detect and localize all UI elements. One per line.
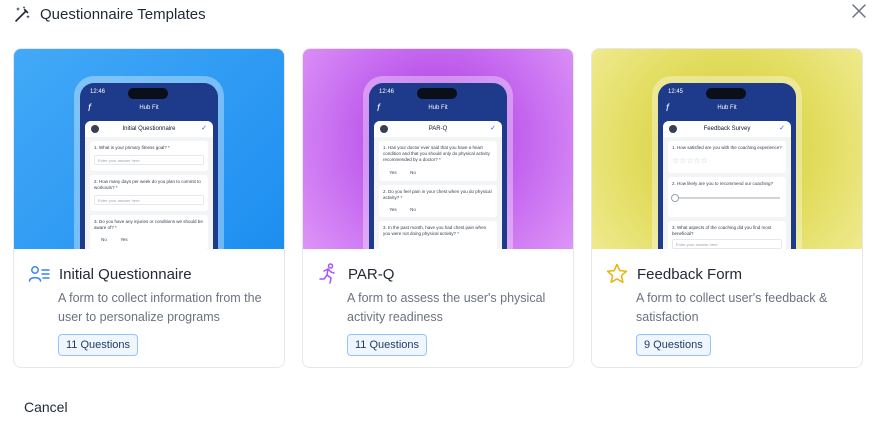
sheet-title: PAR-Q: [428, 126, 448, 132]
dialog-header: Questionnaire Templates: [14, 2, 874, 26]
phone-time: 12:46: [379, 89, 395, 95]
phone-time: 12:46: [90, 89, 106, 95]
template-card-feedback-form[interactable]: 12:45 f Hub Fit Feedback Survey ✓ 1. How…: [591, 48, 863, 368]
question-item: 2. How likely are you to recommend our c…: [668, 177, 786, 217]
answer-placeholder: Enter your answer here: [98, 198, 140, 203]
yes-option: Yes: [389, 207, 397, 212]
question-item: 2. How many days per week do you plan to…: [90, 175, 208, 211]
card-body: Initial Questionnaire A form to collect …: [14, 249, 284, 367]
sheet-header: Feedback Survey ✓: [663, 121, 791, 137]
phone-appbar: f Hub Fit: [80, 101, 218, 119]
questionnaire-sheet: Feedback Survey ✓ 1. How satisfied are y…: [663, 121, 791, 249]
template-card-par-q[interactable]: 12:46 f Hub Fit PAR-Q ✓ 1. Has your doct…: [302, 48, 574, 368]
card-title: Initial Questionnaire: [59, 265, 192, 283]
question-item: 3. Do you have any injuries or condition…: [90, 215, 208, 249]
card-body: Feedback Form A form to collect user's f…: [592, 249, 862, 367]
phone-notch: [417, 88, 457, 99]
template-preview-image: 12:46 f Hub Fit PAR-Q ✓ 1. Has your doct…: [303, 49, 573, 249]
close-icon[interactable]: [850, 2, 868, 20]
phone-mockup: 12:46 f Hub Fit PAR-Q ✓ 1. Has your doct…: [369, 83, 507, 249]
rating-slider: [671, 194, 780, 202]
no-option: No: [410, 170, 416, 175]
template-cards: 12:46 f Hub Fit Initial Questionnaire ✓ …: [13, 48, 864, 368]
phone-mockup: 12:46 f Hub Fit Initial Questionnaire ✓ …: [80, 83, 218, 249]
question-item: 1. How satisfied are you with the coachi…: [668, 141, 786, 173]
template-preview-image: 12:46 f Hub Fit Initial Questionnaire ✓ …: [14, 49, 284, 249]
question-text: 1. What is your primary fitness goal? *: [94, 145, 170, 150]
yes-option: Yes: [389, 170, 397, 175]
question-count-badge: 11 Questions: [58, 334, 139, 356]
answer-input: Enter your answer here: [94, 195, 204, 205]
sheet-header: Initial Questionnaire ✓: [85, 121, 213, 137]
question-text: 2. How likely are you to recommend our c…: [672, 181, 774, 186]
user-list-icon: [28, 266, 50, 282]
sheet-header: PAR-Q ✓: [374, 121, 502, 137]
running-person-icon: [319, 263, 335, 284]
question-count-badge: 9 Questions: [636, 334, 711, 356]
card-description: A form to collect user's feedback & sati…: [636, 291, 828, 324]
question-text: 3. In the past month, have you had chest…: [383, 225, 487, 236]
app-title: Hub Fit: [139, 105, 159, 111]
dialog-title: Questionnaire Templates: [40, 5, 206, 23]
phone-notch: [128, 88, 168, 99]
answer-input: Enter your answer here: [94, 155, 204, 165]
sheet-title: Feedback Survey: [703, 126, 751, 132]
card-name-row: PAR-Q: [316, 262, 394, 286]
sheet-title: Initial Questionnaire: [122, 126, 176, 132]
card-body: PAR-Q A form to assess the user's physic…: [303, 249, 573, 367]
star-rating: ☆☆☆☆☆: [672, 156, 708, 165]
check-icon: ✓: [201, 125, 207, 132]
card-title: Feedback Form: [637, 265, 743, 283]
question-text: 1. How satisfied are you with the coachi…: [672, 145, 782, 150]
card-name-row: Feedback Form: [605, 262, 742, 286]
card-description: A form to collect information from the u…: [58, 291, 262, 324]
phone-time: 12:45: [668, 89, 684, 95]
answer-placeholder: Enter your answer here: [98, 158, 140, 163]
card-description: A form to assess the user's physical act…: [347, 291, 546, 324]
question-item: 3. What aspects of the coaching did you …: [668, 221, 786, 249]
slider-knob: [671, 194, 679, 202]
question-count-badge: 11 Questions: [347, 334, 428, 356]
questionnaire-sheet: PAR-Q ✓ 1. Has your doctor ever said tha…: [374, 121, 502, 249]
app-title: Hub Fit: [428, 105, 448, 111]
question-item: 1. What is your primary fitness goal? * …: [90, 141, 208, 171]
magic-wand-icon: [15, 6, 30, 22]
question-item: 3. In the past month, have you had chest…: [379, 221, 497, 249]
phone-mockup: 12:45 f Hub Fit Feedback Survey ✓ 1. How…: [658, 83, 796, 249]
star-icon: [606, 263, 628, 284]
answer-input: Enter your answer here: [672, 239, 782, 249]
app-title: Hub Fit: [717, 105, 737, 111]
check-icon: ✓: [779, 125, 785, 132]
template-card-initial-questionnaire[interactable]: 12:46 f Hub Fit Initial Questionnaire ✓ …: [13, 48, 285, 368]
yes-option: Yes: [120, 237, 128, 242]
no-option: No: [101, 237, 107, 242]
template-preview-image: 12:45 f Hub Fit Feedback Survey ✓ 1. How…: [592, 49, 862, 249]
check-icon: ✓: [490, 125, 496, 132]
cancel-button[interactable]: Cancel: [24, 399, 68, 415]
question-text: 3. What aspects of the coaching did you …: [672, 225, 772, 236]
answer-placeholder: Enter your answer here: [676, 242, 718, 247]
question-item: 1. Has your doctor ever said that you ha…: [379, 141, 497, 181]
questionnaire-sheet: Initial Questionnaire ✓ 1. What is your …: [85, 121, 213, 249]
card-title: PAR-Q: [348, 265, 395, 283]
question-text: 2. How many days per week do you plan to…: [94, 179, 201, 190]
no-option: No: [410, 207, 416, 212]
question-text: 3. Do you have any injuries or condition…: [94, 219, 203, 230]
question-text: 2. Do you feel pain in your chest when y…: [383, 189, 492, 200]
phone-appbar: f Hub Fit: [369, 101, 507, 119]
phone-notch: [706, 88, 746, 99]
card-name-row: Initial Questionnaire: [27, 262, 192, 286]
question-item: 2. Do you feel pain in your chest when y…: [379, 185, 497, 217]
phone-appbar: f Hub Fit: [658, 101, 796, 119]
question-text: 1. Has your doctor ever said that you ha…: [383, 145, 490, 162]
